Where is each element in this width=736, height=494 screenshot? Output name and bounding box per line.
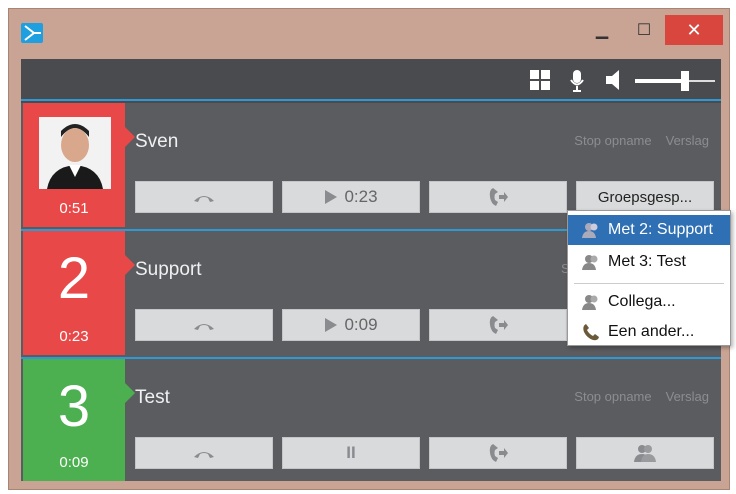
- transfer-button[interactable]: [429, 437, 567, 469]
- group-icon: [580, 294, 602, 310]
- contact-photo: [39, 117, 111, 189]
- menu-item-collega[interactable]: Collega...: [568, 287, 730, 317]
- call-number: 2: [57, 246, 91, 311]
- group-call-button[interactable]: [576, 437, 714, 469]
- play-time: 0:23: [344, 187, 378, 206]
- play-time: 0:09: [344, 315, 378, 334]
- hangup-icon: [194, 324, 214, 330]
- call-actions: Stop opname Verslag: [574, 133, 709, 148]
- stop-recording-link[interactable]: Stop opname: [574, 133, 651, 148]
- maximize-icon: ☐: [636, 22, 652, 39]
- pause-button[interactable]: II: [282, 437, 420, 469]
- group-call-button[interactable]: Groepsgesp...: [576, 181, 714, 213]
- toolbar: [21, 59, 721, 101]
- call-actions: Stop opname Verslag: [574, 389, 709, 404]
- group-icon: [580, 222, 602, 238]
- close-icon: ✕: [686, 19, 702, 40]
- transfer-icon: [489, 444, 508, 462]
- menu-item-een-ander[interactable]: Een ander...: [568, 317, 730, 347]
- contact-name: Support: [135, 259, 202, 280]
- phone-icon: [580, 323, 602, 341]
- microphone-icon[interactable]: [569, 69, 585, 93]
- call-badge: 0:51: [23, 103, 135, 227]
- call-badge: 2 0:23: [23, 231, 135, 355]
- menu-item-label: Een ander...: [608, 323, 695, 340]
- hangup-button[interactable]: [135, 437, 273, 469]
- volume-slider[interactable]: [631, 71, 717, 91]
- contact-name: Sven: [135, 131, 179, 152]
- close-button[interactable]: ✕: [665, 15, 723, 45]
- group-call-menu: Met 2: Support Met 3: Test Collega... Ee…: [567, 210, 731, 346]
- transfer-icon: [489, 316, 508, 334]
- minimize-icon: ▁: [595, 22, 609, 39]
- grid-icon[interactable]: [529, 69, 551, 91]
- call-duration: 0:09: [59, 454, 89, 471]
- play-button[interactable]: 0:23: [282, 181, 420, 213]
- menu-item-label: Collega...: [608, 293, 676, 310]
- hangup-icon: [194, 196, 214, 202]
- transfer-button[interactable]: [429, 181, 567, 213]
- title-bar[interactable]: ▁ ☐ ✕: [9, 9, 729, 57]
- minimize-button[interactable]: ▁: [587, 15, 617, 45]
- call-duration: 0:23: [59, 328, 89, 345]
- stop-recording-link[interactable]: Stop opname: [574, 389, 651, 404]
- play-icon: [325, 190, 338, 204]
- hangup-icon: [194, 452, 214, 458]
- menu-item-met-2-support[interactable]: Met 2: Support: [568, 215, 730, 245]
- call-number: 3: [57, 374, 91, 439]
- report-link[interactable]: Verslag: [666, 389, 709, 404]
- menu-item-met-3-test[interactable]: Met 3: Test: [568, 247, 730, 277]
- contact-name: Test: [135, 387, 170, 408]
- transfer-icon: [489, 188, 508, 206]
- app-logo-icon: [21, 23, 43, 43]
- call-row: 3 0:09 Test Stop opname Verslag II: [21, 359, 721, 481]
- hangup-button[interactable]: [135, 181, 273, 213]
- hangup-button[interactable]: [135, 309, 273, 341]
- menu-item-label: Met 2: Support: [608, 221, 713, 238]
- group-icon: [580, 254, 602, 270]
- play-icon: [325, 318, 338, 332]
- menu-item-label: Met 3: Test: [608, 253, 686, 270]
- call-duration: 0:51: [59, 200, 89, 217]
- report-link[interactable]: Verslag: [666, 133, 709, 148]
- call-badge: 3 0:09: [23, 359, 135, 481]
- pause-icon: II: [346, 443, 356, 462]
- menu-separator: [574, 283, 724, 284]
- play-button[interactable]: 0:09: [282, 309, 420, 341]
- speaker-icon[interactable]: [605, 69, 625, 91]
- group-icon: [634, 445, 656, 462]
- volume-knob[interactable]: [680, 71, 689, 91]
- transfer-button[interactable]: [429, 309, 567, 341]
- maximize-button[interactable]: ☐: [629, 15, 659, 45]
